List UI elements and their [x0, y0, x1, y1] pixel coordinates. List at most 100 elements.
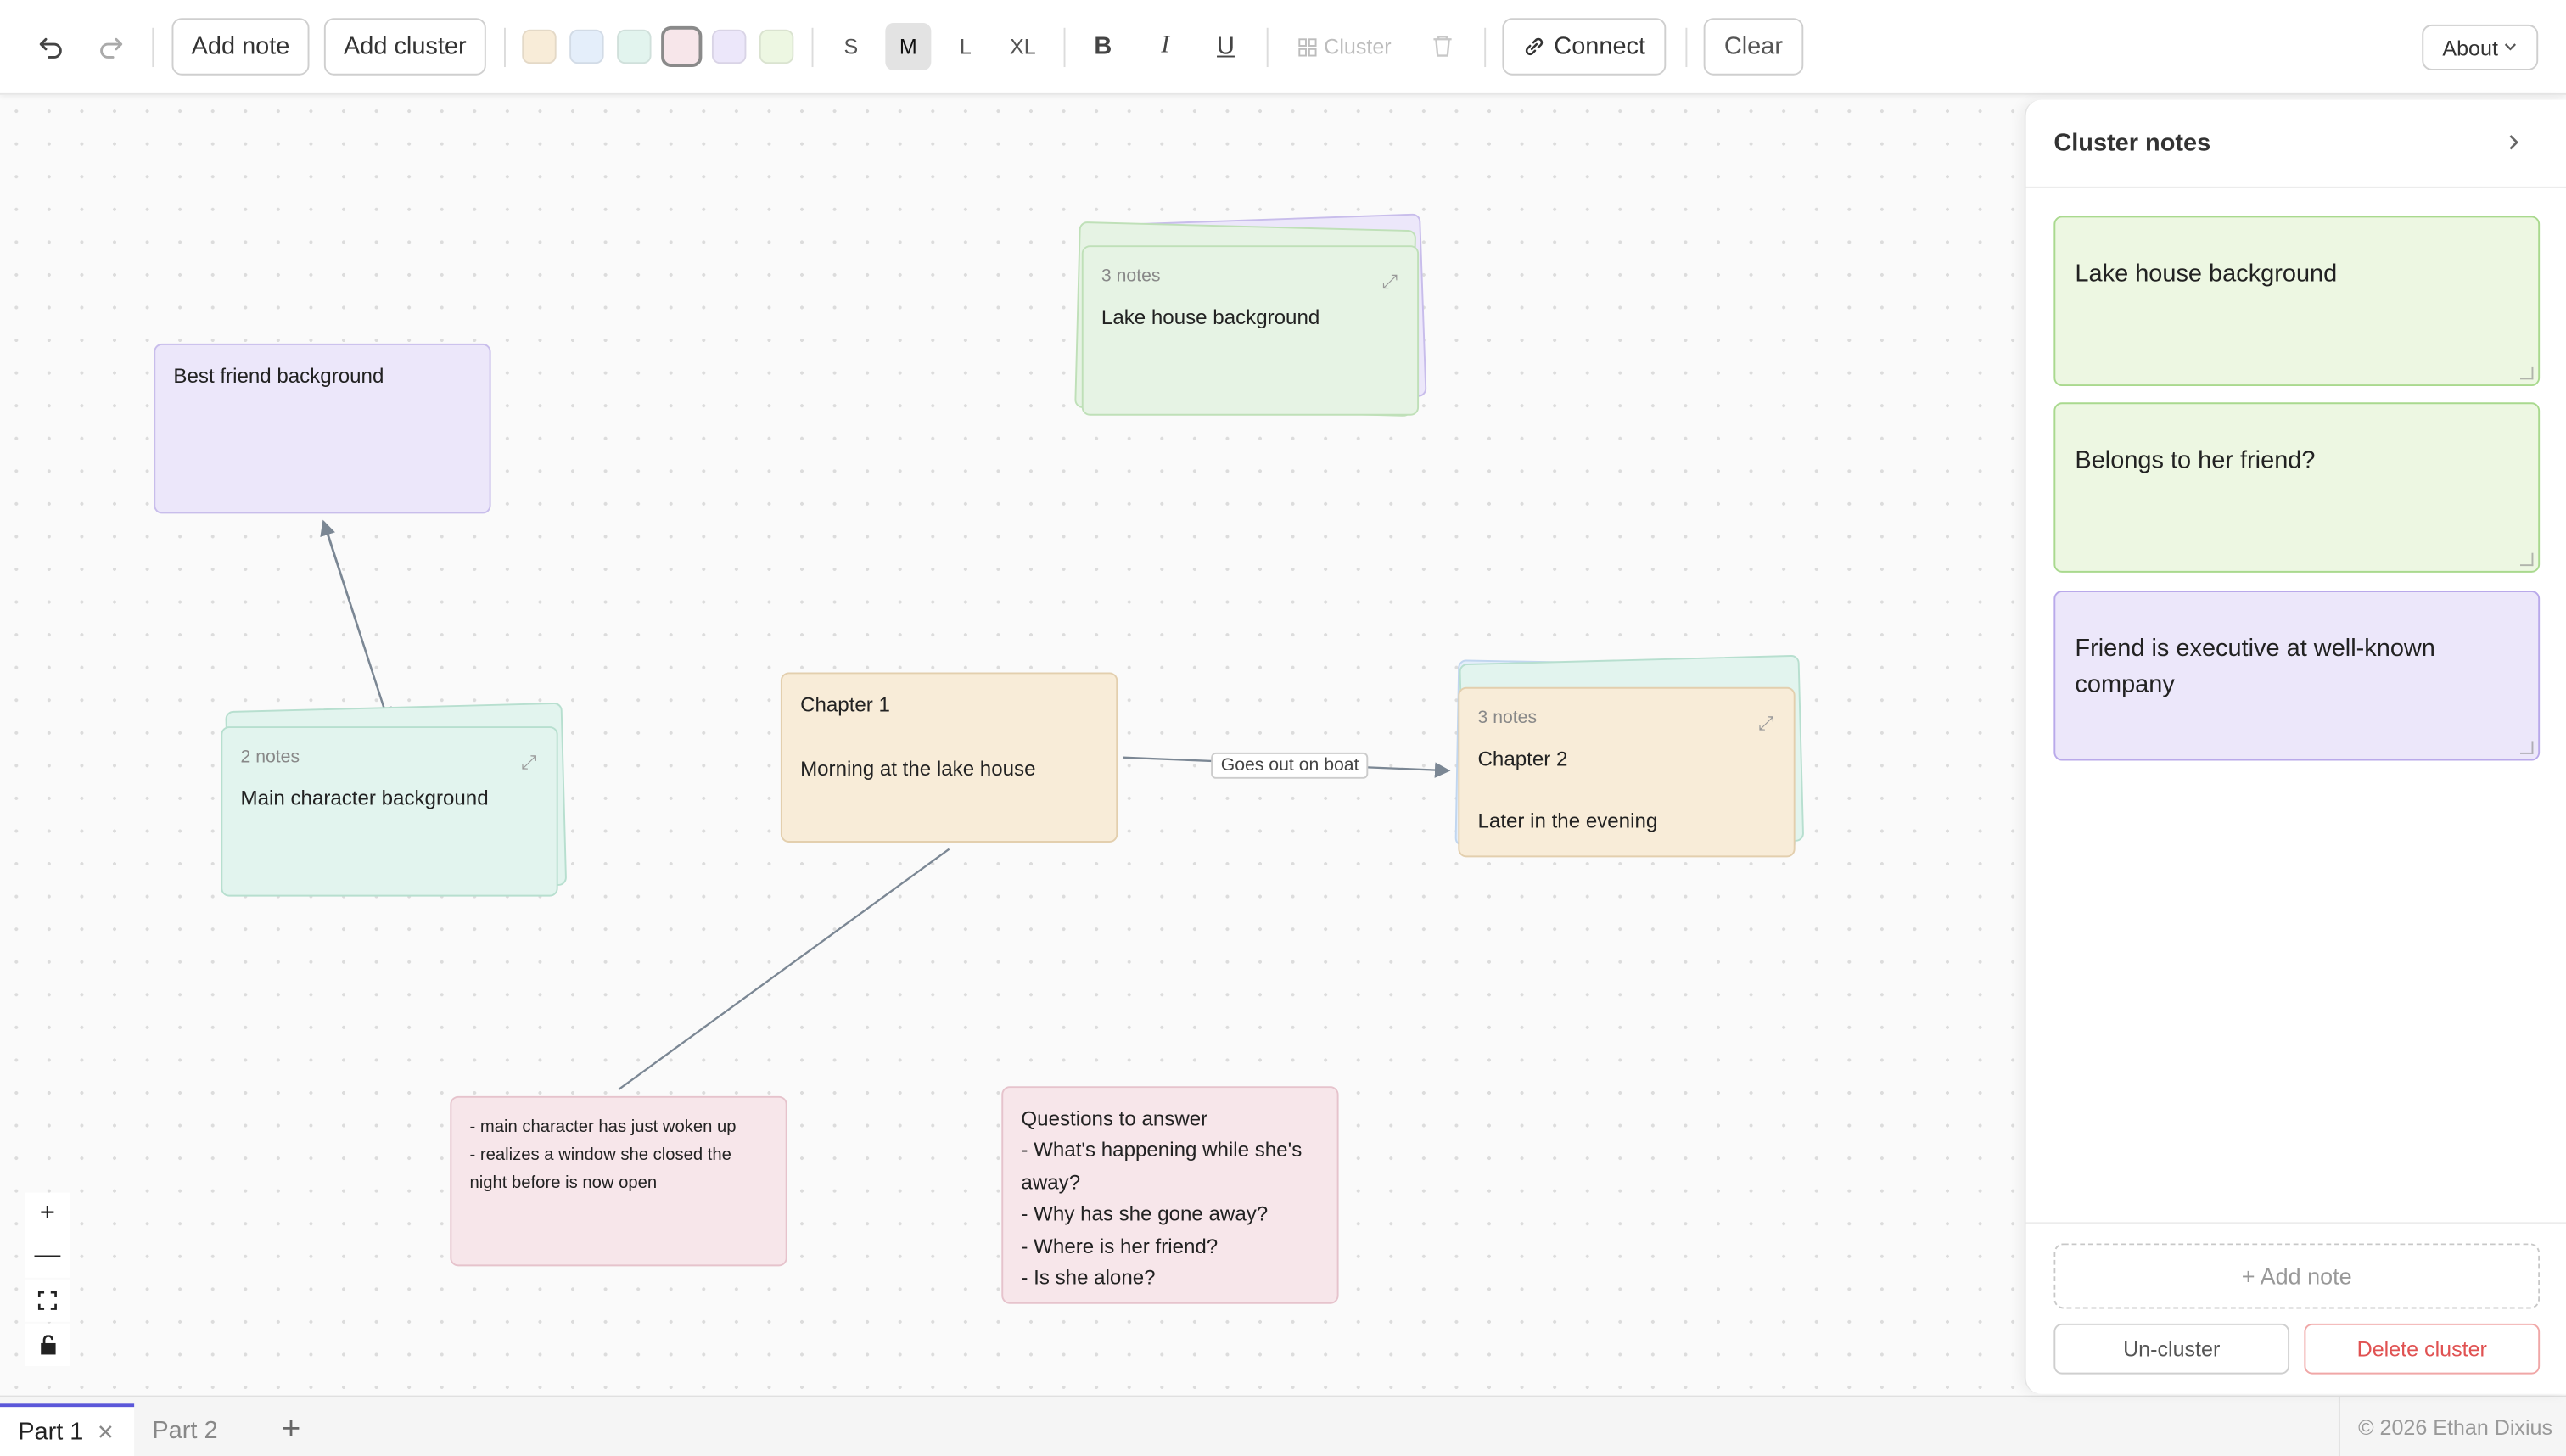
edge-label[interactable]: Goes out on boat [1211, 752, 1370, 779]
page-tabbar: Part 1 ✕ Part 2 + © 2026 Ethan Dixius [0, 1395, 2566, 1456]
panel-note-text: Friend is executive at well-known compan… [2075, 635, 2435, 698]
zoom-in-button[interactable]: + [24, 1192, 70, 1235]
connect-button-label: Connect [1554, 32, 1646, 61]
note-scene-details[interactable]: - main character has just woken up - rea… [450, 1095, 787, 1267]
toolbar-divider [1063, 27, 1066, 68]
color-swatch-blue[interactable] [569, 29, 604, 64]
connector-arrowhead [320, 519, 389, 720]
panel-note-text: Lake house background [2075, 260, 2338, 288]
connect-button[interactable]: Connect [1502, 18, 1667, 76]
note-line: - Is she alone? [1021, 1266, 1156, 1290]
panel-title: Cluster notes [2053, 129, 2211, 158]
clear-button[interactable]: Clear [1703, 18, 1804, 76]
collapse-panel-button[interactable] [2507, 131, 2520, 160]
link-icon [1525, 37, 1543, 56]
toolbar-divider [1685, 27, 1688, 68]
note-best-friend[interactable]: Best friend background [154, 343, 491, 514]
cluster-count: 2 notes [240, 748, 300, 768]
color-swatch-yellow[interactable] [522, 29, 557, 64]
cluster-chapter-2[interactable]: 3 notes Chapter 2 Later in the evening ⤢ [1458, 686, 1796, 858]
grid-icon [1298, 37, 1317, 56]
size-medium-button[interactable]: M [885, 22, 932, 70]
note-title: Questions to answer [1021, 1107, 1208, 1131]
italic-button[interactable]: I [1144, 23, 1186, 70]
cluster-body: Later in the evening [1477, 810, 1658, 834]
cluster-lake-house[interactable]: 3 notes Lake house background ⤢ [1081, 245, 1420, 416]
cluster-button-label: Cluster [1324, 34, 1392, 59]
undo-icon [39, 37, 62, 59]
toolbar-divider [1484, 27, 1487, 68]
cluster-button[interactable]: Cluster [1297, 34, 1392, 59]
about-button-label: About [2442, 35, 2498, 60]
fit-view-icon [37, 1291, 57, 1310]
panel-header: Cluster notes [2025, 100, 2566, 188]
connector-chapter1-checklist[interactable] [618, 848, 950, 1091]
resize-handle-icon[interactable] [2519, 552, 2534, 567]
note-line: - What's happening while she's away? [1021, 1139, 1303, 1195]
fit-view-button[interactable] [24, 1279, 70, 1322]
note-line: - Where is her friend? [1021, 1234, 1219, 1257]
redo-icon [100, 37, 123, 59]
tab-part-2[interactable]: Part 2 [152, 1403, 217, 1456]
app-root: Add note Add cluster S M L XL B I U Clus… [0, 0, 2566, 1456]
footer-divider [2338, 1397, 2340, 1456]
toolbar-divider [152, 27, 154, 68]
trash-icon [1433, 36, 1452, 57]
delete-cluster-button[interactable]: Delete cluster [2304, 1323, 2541, 1375]
chevron-right-icon [2509, 135, 2519, 150]
panel-note-textarea[interactable]: Lake house background [2053, 216, 2541, 387]
cluster-count: 3 notes [1477, 708, 1538, 729]
cluster-count: 3 notes [1101, 266, 1161, 287]
resize-handle-icon[interactable] [2519, 741, 2534, 754]
add-tab-button[interactable]: + [282, 1403, 301, 1456]
close-tab-icon[interactable]: ✕ [97, 1420, 115, 1446]
toolbar: Add note Add cluster S M L XL B I U Clus… [0, 0, 2566, 95]
resize-handle-icon[interactable] [2519, 366, 2534, 380]
color-swatch-green[interactable] [759, 29, 794, 64]
undo-button[interactable] [26, 23, 76, 72]
cluster-panel: Cluster notes Lake house background Belo… [2024, 99, 2566, 1394]
delete-button[interactable] [1431, 34, 1453, 65]
note-title: Chapter 1 [800, 693, 890, 717]
copyright-text: © 2026 Ethan Dixius [2358, 1414, 2552, 1440]
lock-icon [40, 1335, 55, 1355]
note-chapter-1[interactable]: Chapter 1 Morning at the lake house [780, 672, 1118, 843]
size-small-button[interactable]: S [828, 23, 874, 70]
size-large-button[interactable]: L [943, 23, 989, 70]
uncluster-button[interactable]: Un-cluster [2053, 1323, 2290, 1375]
panel-note-text: Belongs to her friend? [2075, 446, 2316, 475]
redo-button[interactable] [87, 23, 136, 72]
cluster-title: Chapter 2 [1477, 748, 1568, 771]
tab-part-1[interactable]: Part 1 ✕ [0, 1403, 135, 1456]
note-body: Morning at the lake house [800, 758, 1036, 781]
add-note-button[interactable]: Add note [171, 18, 310, 76]
note-line: - realizes a window she closed the night… [469, 1145, 731, 1192]
chevron-down-icon [2505, 43, 2517, 51]
lock-button[interactable] [24, 1323, 70, 1366]
expand-icon[interactable]: ⤢ [1381, 266, 1398, 297]
cluster-title: Lake house background [1101, 305, 1320, 329]
tab-label: Part 1 [18, 1418, 84, 1447]
toolbar-divider [811, 27, 814, 68]
expand-icon[interactable]: ⤢ [1758, 708, 1774, 739]
add-cluster-button[interactable]: Add cluster [323, 18, 486, 76]
underline-button[interactable]: U [1204, 23, 1247, 70]
toolbar-divider [1266, 27, 1269, 68]
toolbar-divider [503, 27, 506, 68]
bold-button[interactable]: B [1082, 23, 1124, 70]
color-swatch-purple[interactable] [711, 29, 747, 64]
cluster-title: Main character background [240, 787, 489, 810]
size-xl-button[interactable]: XL [998, 23, 1047, 70]
panel-note-textarea[interactable]: Belongs to her friend? [2053, 402, 2541, 573]
note-line: - Why has she gone away? [1021, 1202, 1269, 1226]
color-swatch-teal[interactable] [617, 29, 652, 64]
expand-icon[interactable]: ⤢ [521, 748, 537, 778]
zoom-out-button[interactable]: — [24, 1235, 70, 1278]
note-questions[interactable]: Questions to answer - What's happening w… [1001, 1086, 1339, 1304]
color-swatch-pink[interactable] [661, 25, 703, 68]
panel-add-note-button[interactable]: + Add note [2053, 1243, 2541, 1309]
panel-note-textarea[interactable]: Friend is executive at well-known compan… [2053, 591, 2541, 761]
about-button[interactable]: About [2422, 24, 2539, 70]
cluster-main-character[interactable]: 2 notes Main character background ⤢ [221, 726, 558, 897]
panel-footer: + Add note Un-cluster Delete cluster [2025, 1222, 2566, 1393]
